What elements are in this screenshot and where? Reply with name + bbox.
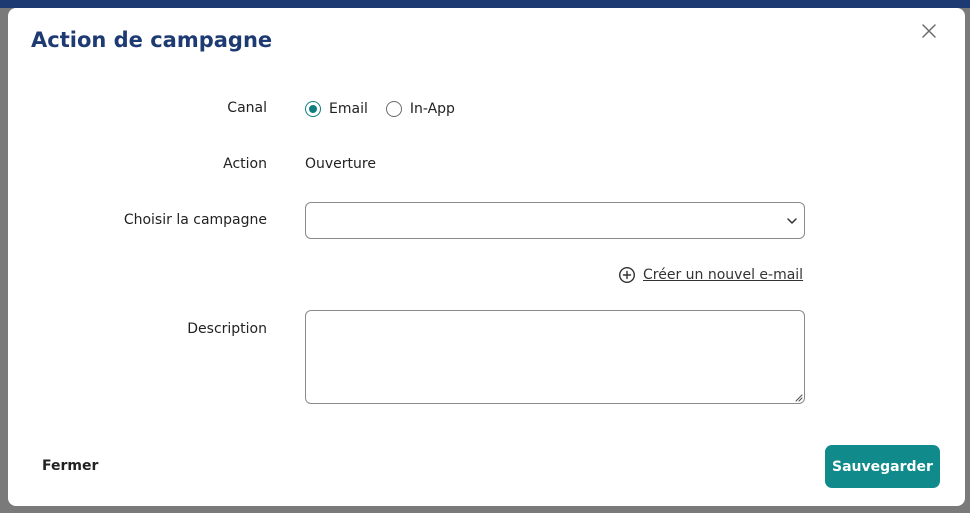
window-top-border [0, 0, 970, 8]
radio-in-app-circle[interactable] [385, 101, 402, 117]
close-button[interactable] [919, 21, 939, 41]
close-icon [922, 24, 936, 38]
create-email-link[interactable]: Créer un nouvel e-mail [618, 266, 803, 284]
radio-in-app[interactable]: In-App [385, 101, 455, 117]
campaign-select-label: Choisir la campagne [123, 212, 267, 228]
action-label: Action [223, 156, 267, 172]
description-textarea[interactable] [305, 310, 805, 404]
campaign-select[interactable] [305, 202, 805, 239]
radio-email-label: Email [329, 101, 368, 117]
radio-checked-dot [309, 105, 317, 113]
plus-circle-icon [618, 266, 636, 284]
radio-email[interactable]: Email [305, 101, 368, 117]
radio-email-circle[interactable] [305, 101, 321, 117]
action-value: Ouverture [305, 156, 376, 172]
campaign-action-modal: Action de campagne Canal Email In-App Ac… [8, 8, 965, 506]
radio-in-app-label: In-App [409, 101, 455, 117]
create-email-link-text[interactable]: Créer un nouvel e-mail [643, 267, 803, 283]
canal-radio-group: Email In-App [305, 99, 473, 119]
save-button[interactable]: Sauvegarder [825, 445, 940, 488]
resize-grip-icon[interactable] [793, 392, 803, 402]
canal-label: Canal [227, 100, 267, 116]
description-label: Description [187, 321, 267, 337]
modal-title: Action de campagne [31, 28, 273, 52]
chevron-down-icon [787, 218, 797, 224]
fermer-button[interactable]: Fermer [42, 458, 98, 474]
